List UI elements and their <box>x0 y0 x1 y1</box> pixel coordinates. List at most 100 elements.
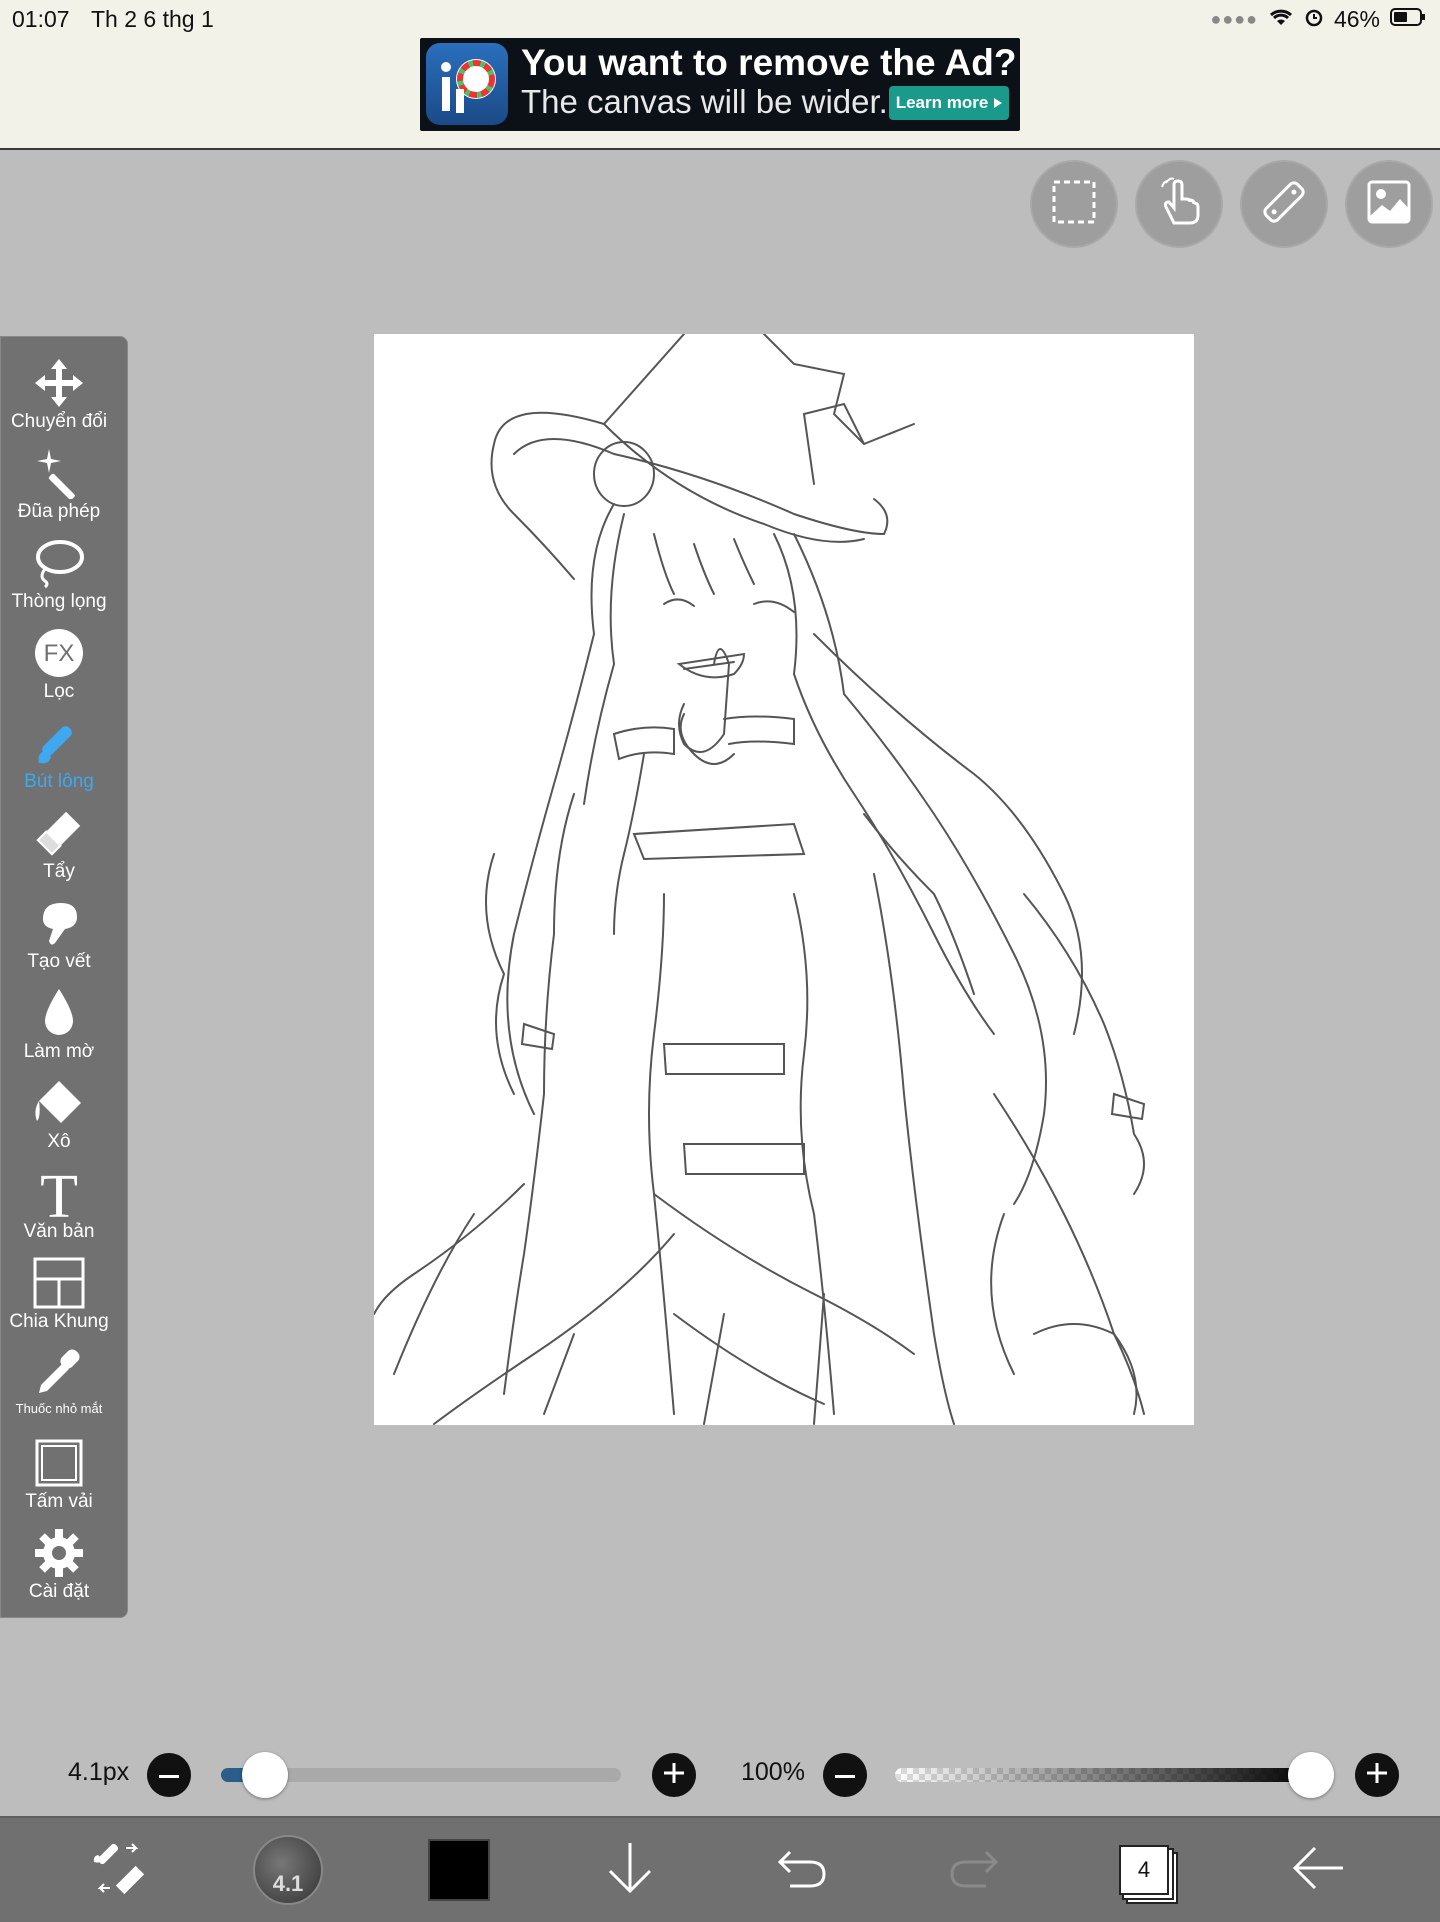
tool-smudge[interactable]: Tạo vết <box>1 895 117 983</box>
tool-label: Thuốc nhỏ mắt <box>15 1401 103 1416</box>
ad-banner[interactable]: You want to remove the Ad? The canvas wi… <box>420 38 1020 131</box>
color-swatch <box>428 1839 490 1901</box>
selection-icon <box>1051 179 1097 230</box>
ruler-icon <box>1260 178 1308 231</box>
opacity-increase-button[interactable] <box>1355 1753 1399 1797</box>
color-button[interactable] <box>423 1834 495 1906</box>
tool-settings[interactable]: Cài đặt <box>1 1525 117 1613</box>
tool-sidebar: Chuyển đổi Đũa phép Thòng lọng FX Lọc Bú… <box>0 336 128 1618</box>
tool-eyedropper[interactable]: Thuốc nhỏ mắt <box>1 1345 117 1433</box>
ruler-button[interactable] <box>1240 160 1328 248</box>
image-icon <box>1366 179 1412 230</box>
tool-magic-wand[interactable]: Đũa phép <box>1 445 117 533</box>
bucket-icon <box>31 1075 87 1131</box>
battery-text: 46% <box>1333 6 1380 32</box>
brush-size-badge: 4.1 <box>272 1871 304 1896</box>
alarm-icon <box>1304 6 1324 33</box>
brush-size-decrease-button[interactable] <box>147 1753 191 1797</box>
tool-label: Bút lông <box>24 771 94 792</box>
tool-label: Đũa phép <box>17 501 101 522</box>
tool-label: Chia Khung <box>9 1311 109 1332</box>
brush-size-slider-handle[interactable] <box>242 1752 288 1798</box>
tool-label: Thòng lọng <box>11 591 107 612</box>
ad-subtitle: The canvas will be wider. <box>521 83 888 120</box>
tool-label: Lọc <box>43 681 75 702</box>
brush-size-increase-button[interactable] <box>652 1753 696 1797</box>
plus-icon <box>1367 1762 1387 1788</box>
wifi-icon <box>1268 6 1294 33</box>
undo-icon <box>776 1846 828 1895</box>
opacity-value: 100% <box>741 1758 805 1786</box>
gear-icon <box>33 1525 85 1581</box>
battery-icon <box>1390 6 1426 33</box>
move-icon <box>33 355 85 411</box>
brush-eraser-swap-icon <box>90 1840 146 1901</box>
svg-text:T: T <box>40 1165 78 1221</box>
tool-label: Chuyển đổi <box>10 411 108 432</box>
redo-button[interactable] <box>938 1834 1010 1906</box>
bottom-toolbar: 4.1 4 <box>0 1816 1440 1922</box>
learn-more-button[interactable]: Learn more <box>889 86 1009 120</box>
undo-button[interactable] <box>766 1834 838 1906</box>
layers-button[interactable]: 4 <box>1108 1834 1180 1906</box>
touch-button[interactable] <box>1135 160 1223 248</box>
back-arrow-icon <box>1291 1845 1347 1896</box>
tool-filter[interactable]: FX Lọc <box>1 625 117 713</box>
opacity-slider-handle[interactable] <box>1288 1752 1334 1798</box>
opacity-decrease-button[interactable] <box>823 1753 867 1797</box>
ad-title: You want to remove the Ad? <box>521 42 1017 83</box>
drawing-canvas[interactable] <box>373 333 1194 1425</box>
down-arrow-icon <box>606 1841 654 1900</box>
svg-text:FX: FX <box>44 640 75 667</box>
tool-label: Xô <box>47 1131 71 1152</box>
tool-blur[interactable]: Làm mờ <box>1 985 117 1073</box>
text-icon: T <box>33 1165 85 1221</box>
down-arrow-button[interactable] <box>594 1834 666 1906</box>
material-button[interactable] <box>1345 160 1433 248</box>
tool-label: Văn bản <box>23 1221 95 1242</box>
tool-eraser[interactable]: Tẩy <box>1 805 117 893</box>
eraser-icon <box>33 805 85 861</box>
plus-icon <box>664 1762 684 1788</box>
tool-brush[interactable]: Bút lông <box>1 715 117 803</box>
tool-label: Tẩy <box>43 861 75 882</box>
tool-label: Tạo vết <box>27 951 91 972</box>
sketch-drawing <box>373 333 1146 1425</box>
ibispaint-logo-icon <box>426 43 508 125</box>
signal-dots-icon: ●●●● <box>1210 9 1258 29</box>
tool-canvas[interactable]: Tấm vải <box>1 1435 117 1523</box>
brush-eraser-switch-button[interactable] <box>82 1834 154 1906</box>
selection-button[interactable] <box>1030 160 1118 248</box>
canvas-icon <box>33 1435 85 1491</box>
app-header: 01:07 Th 2 6 thg 1 ●●●● 46% You want to … <box>0 0 1440 150</box>
minus-icon <box>159 1766 179 1784</box>
learn-more-label: Learn more <box>895 93 989 112</box>
tool-bucket[interactable]: Xô <box>1 1075 117 1163</box>
opacity-slider[interactable] <box>895 1768 1315 1782</box>
tool-label: Cài đặt <box>28 1581 90 1602</box>
tool-lasso[interactable]: Thòng lọng <box>1 535 117 623</box>
status-time: 01:07 <box>12 6 70 32</box>
play-arrow-icon <box>994 93 1003 113</box>
back-button[interactable] <box>1283 1834 1355 1906</box>
redo-icon <box>948 1846 1000 1895</box>
brush-preview: 4.1 <box>253 1835 323 1905</box>
magic-wand-icon <box>33 445 85 501</box>
brush-icon <box>33 715 85 771</box>
touch-hand-icon <box>1156 177 1202 232</box>
fx-filter-icon: FX <box>33 625 85 681</box>
frame-divider-icon <box>33 1255 85 1311</box>
tool-transform[interactable]: Chuyển đổi <box>1 355 117 443</box>
status-date: Th 2 6 thg 1 <box>91 6 214 32</box>
eyedropper-icon <box>33 1345 85 1401</box>
smudge-icon <box>33 895 85 951</box>
tool-frame-divider[interactable]: Chia Khung <box>1 1255 117 1343</box>
brush-size-value: 4.1px <box>68 1758 130 1786</box>
minus-icon <box>835 1766 855 1784</box>
blur-drop-icon <box>33 985 85 1041</box>
tool-text[interactable]: T Văn bản <box>1 1165 117 1253</box>
status-indicators: ●●●● 46% <box>1210 6 1426 33</box>
lasso-icon <box>33 535 85 591</box>
tool-label: Tấm vải <box>25 1491 93 1512</box>
brush-select-button[interactable]: 4.1 <box>252 1834 324 1906</box>
